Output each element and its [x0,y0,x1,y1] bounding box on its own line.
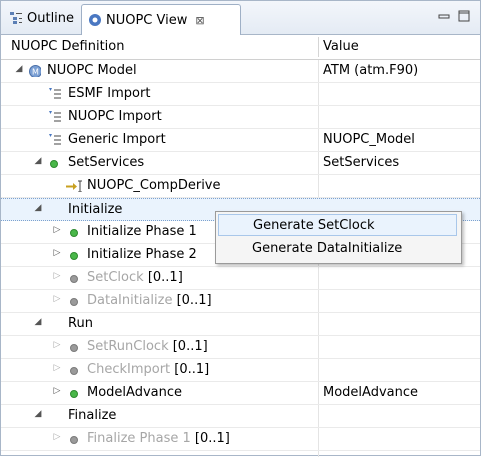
tree-label: Finalize Phase 1 [0..1] [87,431,230,446]
collapsed-arrow-icon[interactable]: ▷ [52,248,62,258]
tree-row-nuopc-import[interactable]: NUOPC Import [1,106,480,129]
green-dot-icon [70,390,78,398]
tree-value: ATM (atm.F90) [323,63,419,78]
tree-label: NUOPC Import [68,109,162,124]
gray-dot-icon [70,275,78,283]
tree-row-finalize[interactable]: ◢ Finalize [1,405,480,428]
tree-label: Initialize [68,202,123,217]
tree-label: Finalize [68,408,117,423]
tree-row-setservices[interactable]: ◢ SetServices SetServices [1,152,480,175]
nuopc-view-panel: Outline NUOPC View ⊠ NUOPC Definition Va… [0,0,481,457]
tree-value: SetServices [323,155,400,170]
tree-row-nuopc-compderive[interactable]: NUOPC_CompDerive [1,175,480,198]
tree-label: Initialize Phase 1 [87,224,197,239]
model-icon: M [29,65,41,77]
tree-row-checkimport[interactable]: ▷ CheckImport [0..1] [1,359,480,382]
tab-outline[interactable]: Outline [3,4,81,32]
menu-item-generate-datainitialize[interactable]: Generate DataInitialize [218,238,457,260]
tree-row-esmf-import[interactable]: ESMF Import [1,83,480,106]
tree-row-setclock[interactable]: ▷ SetClock [0..1] [1,267,480,290]
tab-nuopc-view-label: NUOPC View [106,12,188,28]
gray-dot-icon [70,436,78,444]
tree-label: Initialize Phase 2 [87,247,197,262]
outline-icon [10,12,22,24]
tree-label: NUOPC_CompDerive [87,178,221,193]
menu-item-generate-setclock[interactable]: Generate SetClock [218,214,457,236]
tab-bar: Outline NUOPC View ⊠ [1,1,480,35]
collapsed-arrow-icon[interactable]: ▷ [52,340,62,350]
expanded-arrow-icon[interactable]: ◢ [14,64,24,74]
column-header-value[interactable]: Value [323,39,359,54]
maximize-icon[interactable] [457,9,471,23]
import-icon [49,88,61,99]
tree-column-header: NUOPC Definition Value [1,35,480,60]
tree-label: ESMF Import [68,86,151,101]
expanded-arrow-icon[interactable]: ◢ [33,317,43,327]
menu-item-label: Generate DataInitialize [252,241,403,256]
column-header-definition[interactable]: NUOPC Definition [11,39,124,54]
gray-dot-icon [70,367,78,375]
collapsed-arrow-icon[interactable]: ▷ [52,271,62,281]
context-menu: Generate SetClock Generate DataInitializ… [215,211,462,264]
tree-label: SetClock [0..1] [87,270,183,285]
tree-label: Run [68,316,93,331]
tree-row-finalize-phase-1[interactable]: ▷ Finalize Phase 1 [0..1] [1,428,480,451]
nuopc-view-icon [89,14,101,26]
tree-label: SetServices [68,155,145,170]
collapsed-arrow-icon[interactable]: ▷ [52,294,62,304]
collapsed-arrow-icon[interactable]: ▷ [52,363,62,373]
collapsed-arrow-icon[interactable]: ▷ [52,432,62,442]
green-dot-icon [70,252,78,260]
tree-label: NUOPC Model [47,63,137,78]
import-icon [49,111,61,122]
tree-label: SetRunClock [0..1] [87,339,208,354]
tree-row-datainitialize[interactable]: ▷ DataInitialize [0..1] [1,290,480,313]
menu-item-label: Generate SetClock [253,218,375,233]
tree-value: ModelAdvance [323,385,418,400]
close-icon[interactable]: ⊠ [195,14,204,27]
green-dot-icon [70,229,78,237]
expanded-arrow-icon[interactable]: ◢ [33,409,43,419]
expanded-arrow-icon[interactable]: ◢ [33,203,43,213]
expanded-arrow-icon[interactable]: ◢ [33,156,43,166]
green-dot-icon [50,160,58,168]
tree-label: CheckImport [0..1] [87,362,210,377]
tree-row-nuopc-model[interactable]: ◢ M NUOPC Model ATM (atm.F90) [1,60,480,83]
tree-row-generic-import[interactable]: Generic Import NUOPC_Model [1,129,480,152]
tree-label: Generic Import [68,132,166,147]
collapsed-arrow-icon[interactable]: ▷ [52,386,62,396]
tree-row-setrunclock[interactable]: ▷ SetRunClock [0..1] [1,336,480,359]
derive-arrow-icon [66,180,82,192]
tab-outline-label: Outline [27,10,75,26]
column-separator[interactable] [318,37,319,57]
svg-text:M: M [32,68,39,77]
tree-label: ModelAdvance [87,385,182,400]
tree-value: NUOPC_Model [323,132,415,147]
tree-row-run[interactable]: ◢ Run [1,313,480,336]
tab-nuopc-view[interactable]: NUOPC View ⊠ [81,4,241,35]
gray-dot-icon [70,344,78,352]
import-icon [49,134,61,145]
collapsed-arrow-icon[interactable]: ▷ [52,225,62,235]
tree-row-modeladvance[interactable]: ▷ ModelAdvance ModelAdvance [1,382,480,405]
minimize-icon[interactable] [437,9,451,23]
gray-dot-icon [70,298,78,306]
tree-label: DataInitialize [0..1] [87,293,212,308]
